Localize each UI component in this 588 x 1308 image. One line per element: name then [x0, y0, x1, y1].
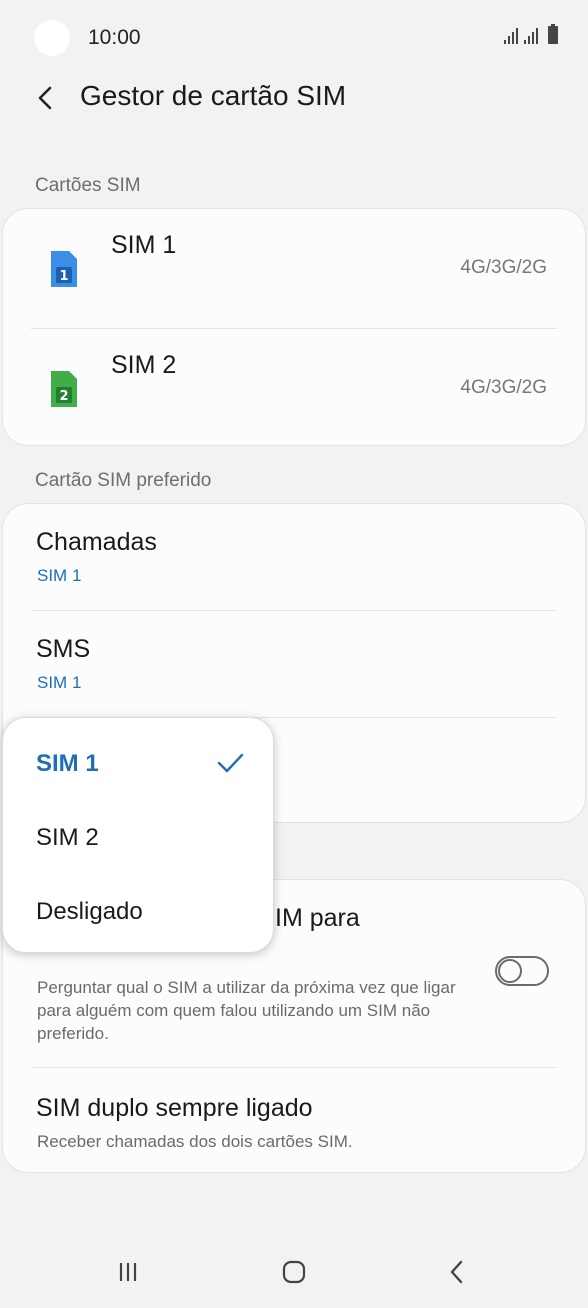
sim-card-1-badge: 1 — [59, 269, 68, 284]
confirm-sim-calls-title: IM para — [275, 904, 360, 932]
status-icons — [504, 24, 558, 44]
back-button[interactable] — [28, 78, 68, 118]
dropdown-option-label: Desligado — [36, 898, 143, 925]
dropdown-option-off[interactable]: Desligado — [3, 876, 273, 950]
camera-cutout — [34, 20, 70, 56]
signal-sim1-icon — [504, 28, 518, 44]
navigation-bar — [0, 1236, 588, 1308]
preferred-calls-row[interactable]: Chamadas SIM 1 — [3, 504, 585, 610]
sim-cards-card: 1 SIM 1 4G/3G/2G 2 SIM 2 4G/3G/2G — [2, 208, 586, 446]
sim-card-2-badge: 2 — [59, 389, 68, 404]
sim-select-dropdown: SIM 1 SIM 2 Desligado — [2, 717, 274, 953]
status-time: 10:00 — [88, 26, 141, 49]
preferred-calls-title: Chamadas — [36, 528, 157, 556]
toggle-knob — [498, 959, 522, 983]
sim-card-2-icon: 2 — [51, 371, 77, 407]
dual-sim-description: Receber chamadas dos dois cartões SIM. — [37, 1132, 353, 1151]
dual-sim-title: SIM duplo sempre ligado — [36, 1094, 313, 1122]
sim-1-network: 4G/3G/2G — [460, 257, 547, 278]
check-icon — [217, 753, 244, 773]
status-bar: 10:00 — [0, 0, 588, 76]
confirm-sim-calls-toggle[interactable] — [495, 956, 549, 986]
sim-2-name: SIM 2 — [111, 351, 177, 379]
home-icon — [282, 1260, 306, 1284]
page-title: Gestor de cartão SIM — [80, 80, 347, 111]
dropdown-option-label: SIM 1 — [36, 750, 99, 777]
preferred-sms-row[interactable]: SMS SIM 1 — [3, 611, 585, 717]
sim-2-network: 4G/3G/2G — [460, 377, 547, 398]
preferred-sms-title: SMS — [36, 635, 91, 663]
dual-sim-always-on-row[interactable]: SIM duplo sempre ligado Receber chamadas… — [3, 1068, 585, 1174]
signal-sim2-icon — [524, 28, 538, 44]
confirm-sim-calls-description: Perguntar qual o SIM a utilizar da próxi… — [37, 978, 456, 1043]
recent-apps-button[interactable] — [106, 1250, 150, 1294]
back-arrow-icon — [450, 1260, 463, 1284]
nav-back-button[interactable] — [436, 1250, 480, 1294]
sim-card-1-icon: 1 — [51, 251, 77, 287]
chevron-left-icon — [38, 86, 52, 110]
app-header: Gestor de cartão SIM — [0, 70, 588, 126]
sim-row-1[interactable]: 1 SIM 1 4G/3G/2G — [3, 209, 585, 327]
section-label-sim-cards: Cartões SIM — [35, 175, 141, 196]
sim-row-2[interactable]: 2 SIM 2 4G/3G/2G — [3, 329, 585, 447]
section-label-preferred-sim: Cartão SIM preferido — [35, 470, 212, 491]
battery-icon — [548, 24, 558, 44]
preferred-calls-value: SIM 1 — [37, 566, 82, 585]
sim-1-name: SIM 1 — [111, 231, 177, 259]
dropdown-option-sim2[interactable]: SIM 2 — [3, 802, 273, 876]
dropdown-option-label: SIM 2 — [36, 824, 99, 851]
home-button[interactable] — [272, 1250, 316, 1294]
recent-apps-icon — [119, 1263, 137, 1281]
preferred-sms-value: SIM 1 — [37, 673, 82, 692]
dropdown-option-sim1[interactable]: SIM 1 — [3, 728, 273, 802]
